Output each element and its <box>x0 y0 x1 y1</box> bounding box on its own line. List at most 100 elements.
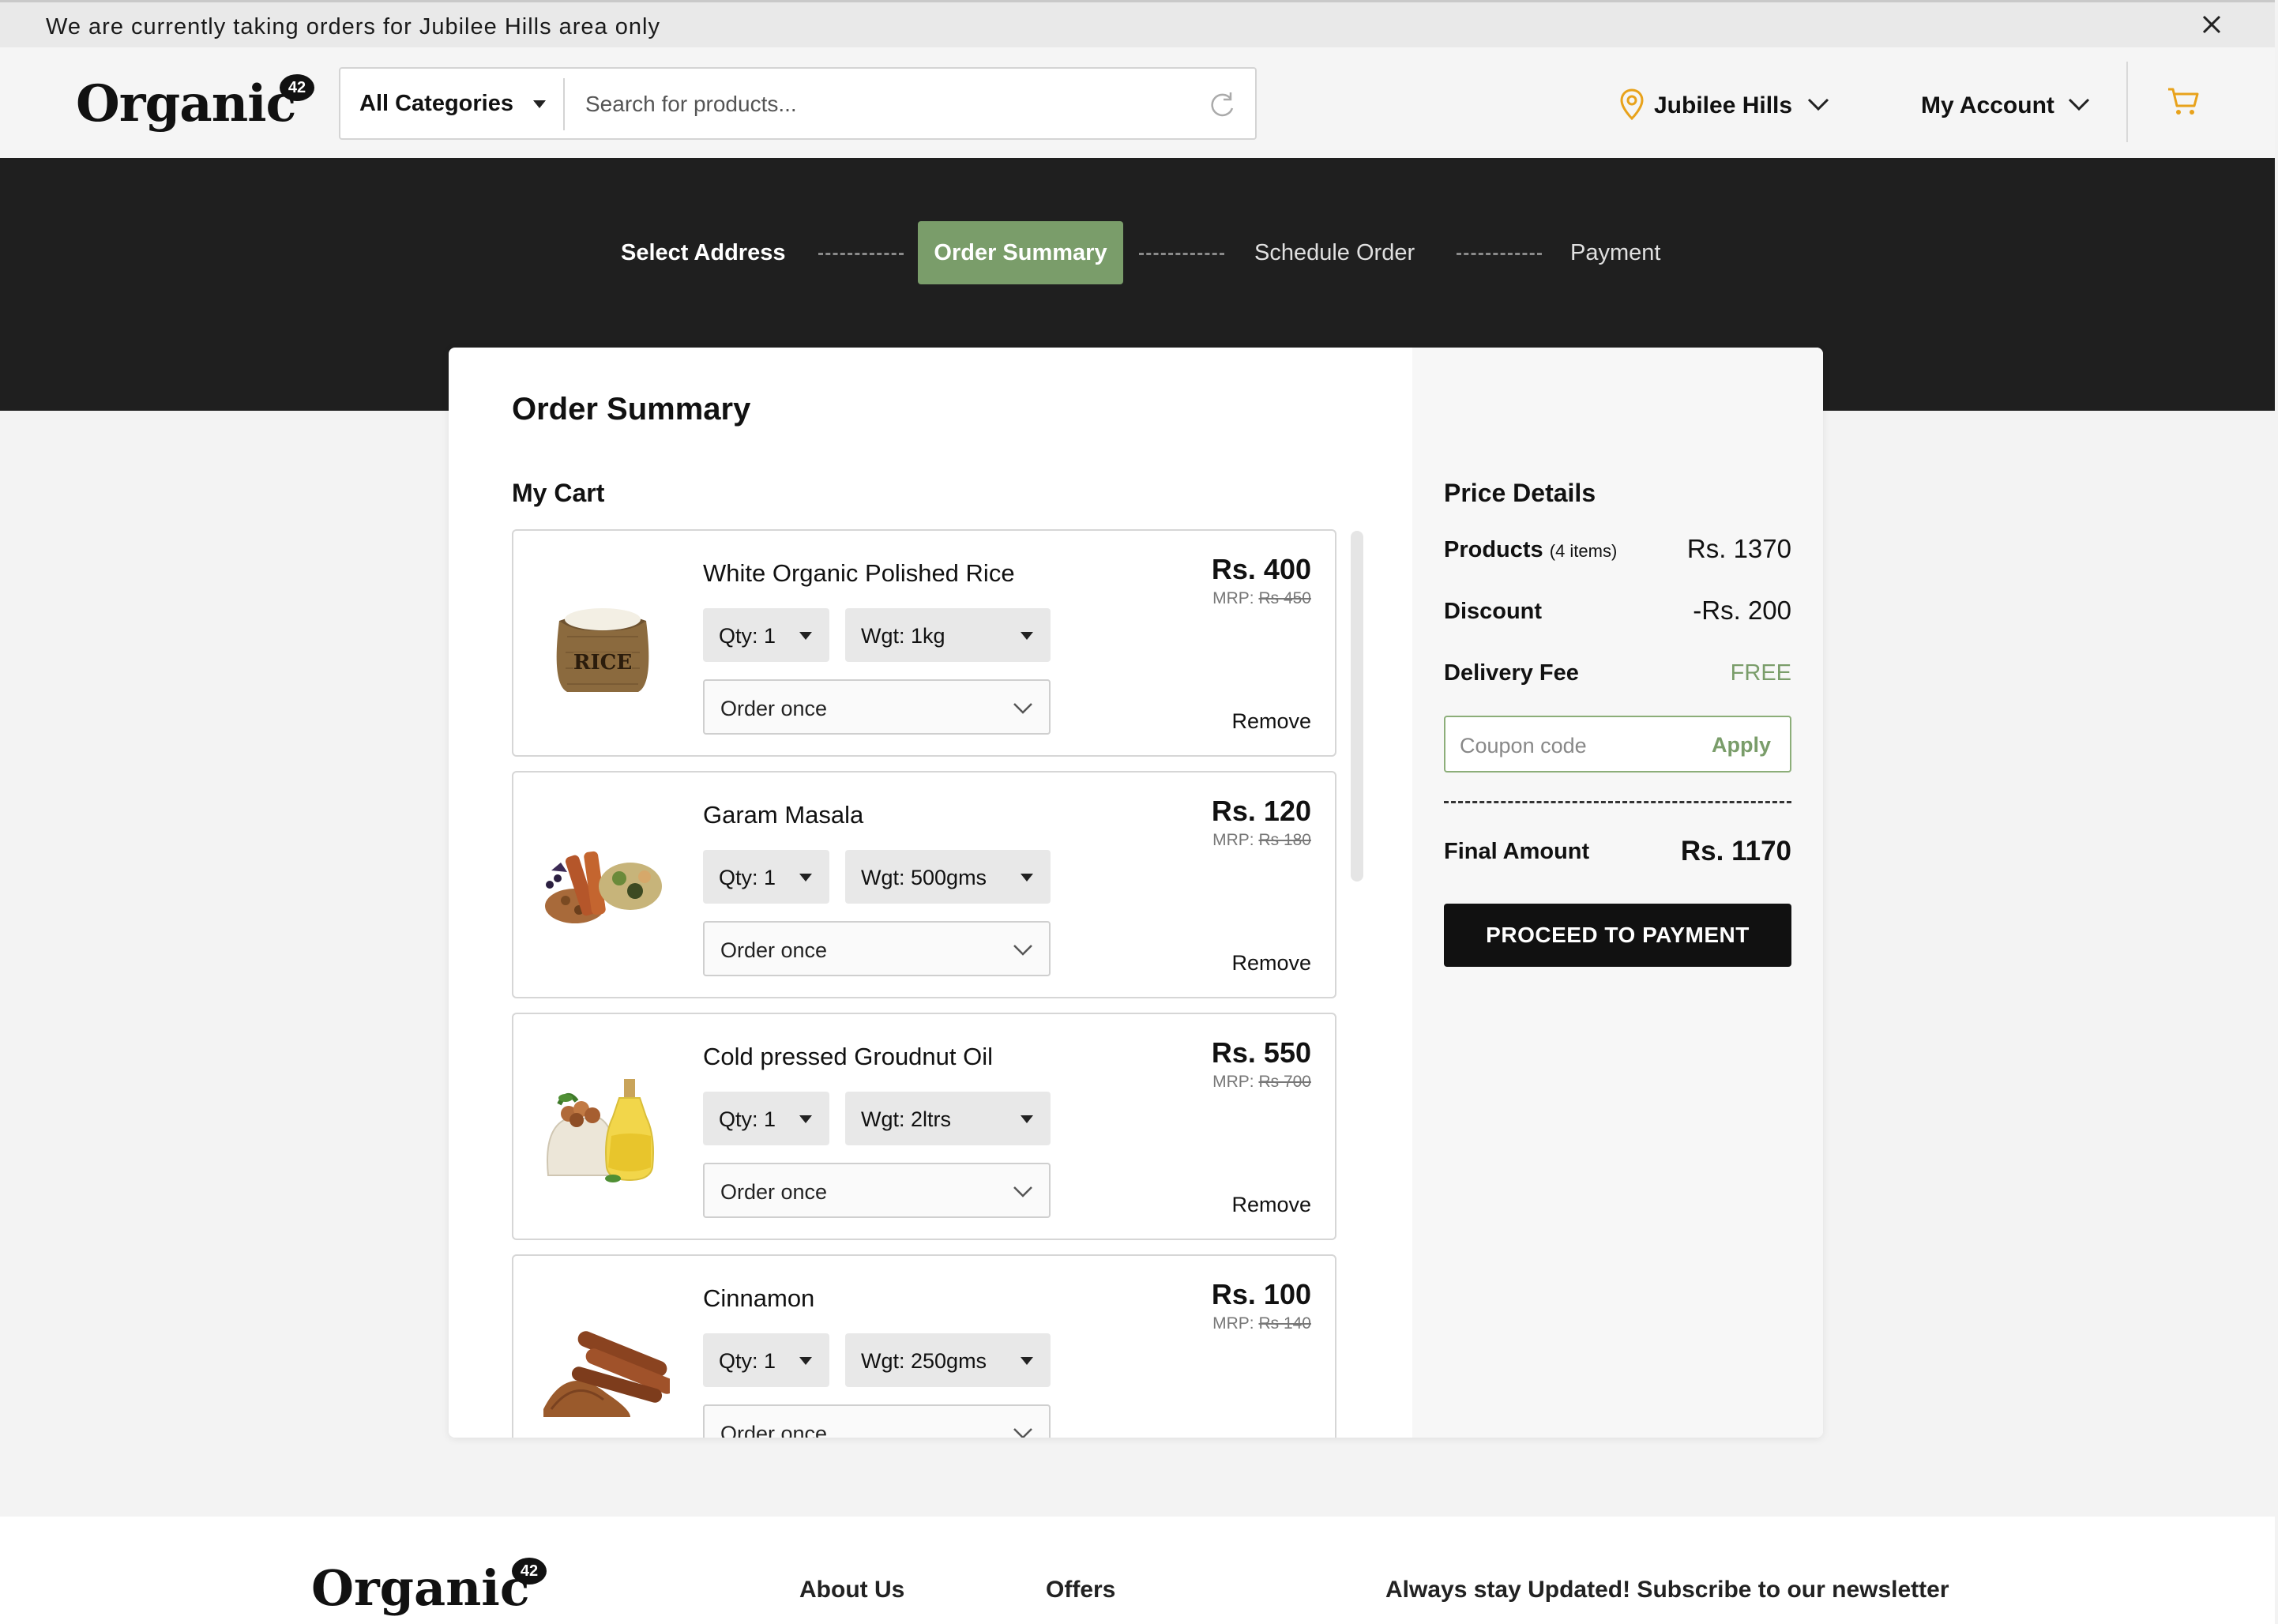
checkout-steps: Select Address Order Summary Schedule Or… <box>0 221 2275 284</box>
coupon-input[interactable] <box>1460 730 1681 761</box>
products-value: Rs. 1370 <box>1686 534 1791 563</box>
caret-down-icon[interactable] <box>533 100 546 108</box>
quantity-value: Qty: 1 <box>719 1107 776 1131</box>
price-details-panel <box>1412 348 1823 1438</box>
cart-icon[interactable] <box>2166 84 2201 118</box>
remove-button[interactable]: Remove <box>1231 951 1311 976</box>
weight-select[interactable]: Wgt: 1kg <box>845 608 1051 662</box>
price-details-title: Price Details <box>1444 479 1596 507</box>
product-price: Rs. 550 <box>1211 1036 1311 1069</box>
weight-value: Wgt: 500gms <box>861 866 987 889</box>
category-dropdown[interactable]: All Categories <box>359 91 513 117</box>
chevron-down-icon <box>1013 1428 1032 1438</box>
quantity-select[interactable]: Qty: 1 <box>703 1092 829 1145</box>
chevron-down-icon <box>1013 1186 1032 1197</box>
footer-logo-text: Organic <box>311 1559 530 1617</box>
caret-down-icon <box>799 1357 812 1365</box>
quantity-select[interactable]: Qty: 1 <box>703 608 829 662</box>
frequency-value: Order once <box>720 938 828 962</box>
items-count: (4 items) <box>1549 541 1618 561</box>
logo[interactable]: Organic 42 <box>76 74 314 137</box>
delivery-label: Delivery Fee <box>1444 660 1579 686</box>
product-mrp: MRP: Rs 140 <box>1212 1314 1311 1333</box>
product-price: Rs. 400 <box>1211 553 1311 585</box>
mrp-value: Rs 180 <box>1258 831 1311 849</box>
step-connector <box>1457 253 1542 255</box>
delivery-value: FREE <box>1730 660 1791 686</box>
discount-value: -Rs. 200 <box>1693 596 1791 625</box>
mrp-value: Rs 450 <box>1258 589 1311 607</box>
divider <box>563 78 565 130</box>
caret-down-icon <box>799 1115 812 1123</box>
quantity-value: Qty: 1 <box>719 866 776 889</box>
footer-link-about-us[interactable]: About Us <box>799 1577 904 1603</box>
weight-select[interactable]: Wgt: 2ltrs <box>845 1092 1051 1145</box>
product-name: Cold pressed Groudnut Oil <box>703 1043 994 1070</box>
newsletter-heading: Always stay Updated! Subscribe to our ne… <box>1385 1577 1949 1603</box>
order-frequency-select[interactable]: Order once <box>703 1404 1051 1438</box>
final-amount-label: Final Amount <box>1444 839 1590 864</box>
footer-link-offers[interactable]: Offers <box>1046 1577 1115 1603</box>
quantity-select[interactable]: Qty: 1 <box>703 850 829 904</box>
weight-value: Wgt: 2ltrs <box>861 1107 952 1131</box>
order-frequency-select[interactable]: Order once <box>703 1163 1051 1218</box>
weight-select[interactable]: Wgt: 500gms <box>845 850 1051 904</box>
cart-item: Cinnamon Qty: 1 Wgt: 250gms Order once R… <box>512 1254 1336 1438</box>
remove-button[interactable]: Remove <box>1231 709 1311 734</box>
step-order-summary[interactable]: Order Summary <box>918 221 1123 284</box>
order-frequency-select[interactable]: Order once <box>703 921 1051 976</box>
footer-logo-badge: 42 <box>512 1558 547 1585</box>
product-mrp: MRP: Rs 700 <box>1212 1073 1311 1091</box>
weight-value: Wgt: 250gms <box>861 1349 987 1373</box>
cart-item: Garam Masala Qty: 1 Wgt: 500gms Order on… <box>512 771 1336 998</box>
divider <box>1444 801 1791 803</box>
account-label: My Account <box>1921 92 2054 118</box>
product-mrp: MRP: Rs 450 <box>1212 589 1311 607</box>
product-name: Cinnamon <box>703 1284 815 1312</box>
apply-coupon-button[interactable]: Apply <box>1712 733 1771 757</box>
groundnut-oil-image <box>547 1079 654 1182</box>
garam-masala-image <box>545 851 662 923</box>
product-name: White Organic Polished Rice <box>703 559 1015 587</box>
step-connector <box>1139 253 1224 255</box>
search-refresh-icon[interactable] <box>1205 88 1239 122</box>
caret-down-icon <box>1021 874 1033 882</box>
weight-select[interactable]: Wgt: 250gms <box>845 1333 1051 1387</box>
announcement-bar: We are currently taking orders for Jubil… <box>0 0 2275 47</box>
page-title: Order Summary <box>512 392 751 427</box>
mrp-value: Rs 700 <box>1258 1073 1311 1091</box>
cart-scrollbar[interactable] <box>1351 531 1363 882</box>
remove-button[interactable]: Remove <box>1231 1193 1311 1217</box>
cart-heading: My Cart <box>512 479 605 507</box>
close-icon[interactable] <box>2196 9 2227 40</box>
cart-item: RICE White Organic Polished Rice Qty: 1 … <box>512 529 1336 757</box>
quantity-value: Qty: 1 <box>719 624 776 648</box>
announcement-text: We are currently taking orders for Jubil… <box>46 14 660 39</box>
product-name: Garam Masala <box>703 801 864 829</box>
mrp-value: Rs 140 <box>1258 1314 1311 1333</box>
product-price: Rs. 100 <box>1211 1278 1311 1310</box>
step-schedule-order[interactable]: Schedule Order <box>1254 240 1415 266</box>
product-price: Rs. 120 <box>1211 795 1311 827</box>
footer-logo[interactable]: Organic 42 <box>311 1558 547 1617</box>
logo-badge: 42 <box>280 74 314 101</box>
products-label: Products (4 items) <box>1444 537 1618 562</box>
frequency-value: Order once <box>720 697 828 720</box>
caret-down-icon <box>1021 632 1033 640</box>
search-input[interactable] <box>585 85 1186 124</box>
proceed-to-payment-button[interactable]: PROCEED TO PAYMENT <box>1444 904 1791 967</box>
quantity-select[interactable]: Qty: 1 <box>703 1333 829 1387</box>
order-frequency-select[interactable]: Order once <box>703 679 1051 735</box>
chevron-down-icon <box>1807 98 1829 111</box>
step-select-address[interactable]: Select Address <box>621 240 785 266</box>
chevron-down-icon <box>1013 945 1032 956</box>
coupon-field: Apply <box>1444 716 1791 773</box>
final-amount-value: Rs. 1170 <box>1680 836 1791 867</box>
cart-list[interactable]: RICE White Organic Polished Rice Qty: 1 … <box>512 529 1336 1438</box>
location-selector[interactable]: Jubilee Hills <box>1618 87 1829 122</box>
order-summary-card: Order Summary My Cart RICE White Organic… <box>449 348 1823 1438</box>
step-payment[interactable]: Payment <box>1570 240 1660 266</box>
location-label: Jubilee Hills <box>1654 92 1793 118</box>
caret-down-icon <box>1021 1357 1033 1365</box>
remove-button[interactable]: Remove <box>1231 1434 1311 1438</box>
